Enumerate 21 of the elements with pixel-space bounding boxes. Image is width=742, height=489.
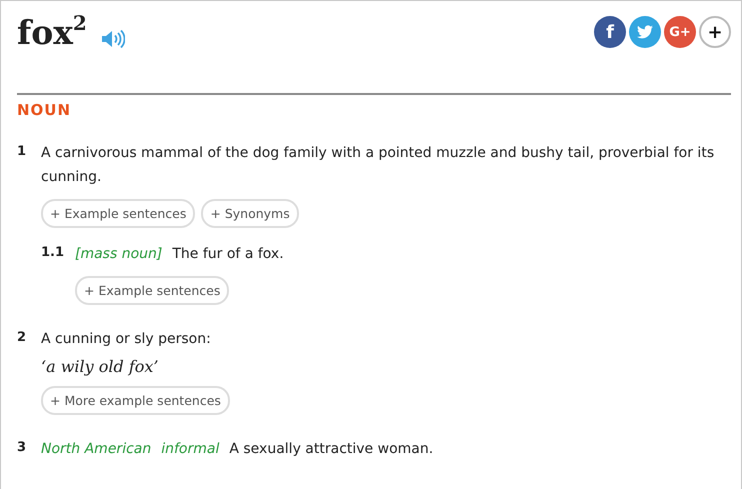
expand-button[interactable]: + Example sentences [75, 276, 230, 305]
sense-number: 1.1 [41, 244, 66, 262]
expand-button[interactable]: + Example sentences [41, 199, 196, 228]
headword: fox$^{2}$ [17, 13, 87, 52]
bird-icon [637, 25, 653, 39]
expand-button[interactable]: + More example sentences [41, 386, 230, 415]
part-of-speech: NOUN [17, 101, 72, 119]
definition: A carnivorous mammal of the dog family with a pointed muzzle and bushy tail, proverbial for its cunning. [41, 144, 716, 187]
definition: A cunning or sly person: [41, 330, 212, 349]
expand-button[interactable]: + Synonyms [201, 199, 299, 228]
definition: [mass noun] The fur of a fox. [75, 245, 285, 264]
facebook-button[interactable]: f [594, 16, 626, 48]
more-share-button[interactable]: + [699, 16, 731, 48]
twitter-button[interactable] [629, 16, 661, 48]
example-sentence: ‘a wily old fox’ [41, 357, 160, 376]
sense-number: 3 [17, 439, 28, 457]
sense-number: 2 [17, 329, 28, 347]
definition: North American informal A sexually attractive woman. [41, 440, 434, 459]
google-plus-button[interactable]: G+ [664, 16, 696, 48]
sense-number: 1 [17, 143, 28, 161]
speaker-icon[interactable] [100, 29, 125, 49]
